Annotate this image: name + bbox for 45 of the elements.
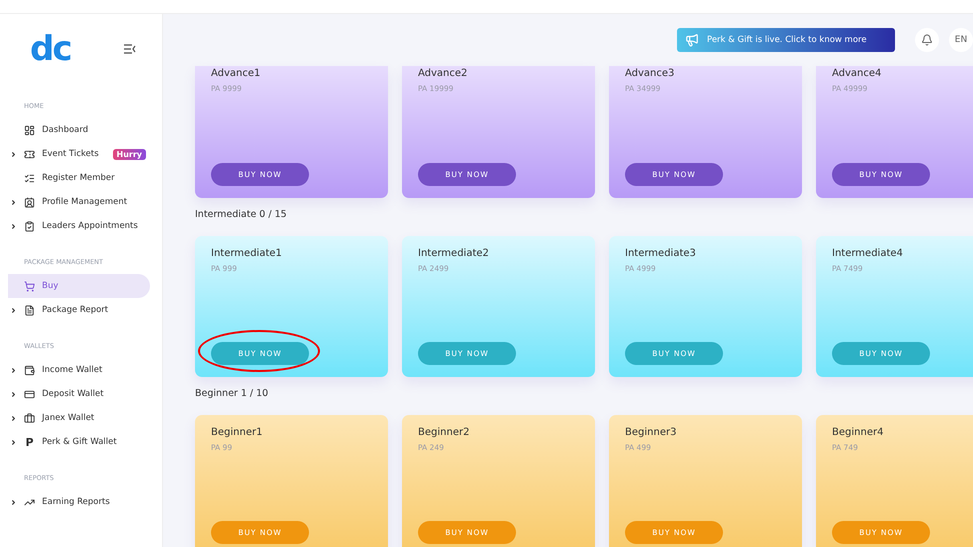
language-button[interactable]: EN xyxy=(949,28,973,52)
sidebar-item[interactable]: Register Member xyxy=(8,166,150,190)
sidebar-item[interactable]: Income Wallet xyxy=(8,358,150,382)
card-icon xyxy=(24,388,35,400)
sidebar-item[interactable]: Earning Reports xyxy=(8,490,150,514)
package-name: Advance1 xyxy=(211,68,262,79)
sidebar-item[interactable]: Janex Wallet xyxy=(8,406,150,430)
sidebar-item[interactable]: Deposit Wallet xyxy=(8,382,150,406)
package-name: Intermediate1 xyxy=(211,248,283,259)
package-name: Beginner3 xyxy=(625,427,678,438)
sidebar-item[interactable]: Profile Management xyxy=(8,190,150,214)
sidebar-item[interactable]: Dashboard xyxy=(8,118,150,142)
briefcase-icon xyxy=(24,412,35,424)
package-name: Beginner4 xyxy=(832,427,884,438)
logo: dc xyxy=(30,29,70,69)
package-name: Beginner1 xyxy=(211,427,264,438)
package-name: Advance2 xyxy=(418,68,468,79)
group-title: Intermediate 0 / 15 xyxy=(195,209,288,220)
wallet-icon xyxy=(24,364,35,376)
sidebar-item[interactable]: Leaders Appointments xyxy=(8,214,150,238)
package-name: Advance3 xyxy=(625,68,676,79)
package-name: Intermediate4 xyxy=(832,248,904,259)
dashboard-icon xyxy=(24,124,35,136)
sidebar-item[interactable]: Package Report xyxy=(8,298,150,322)
clipboard-check-icon xyxy=(24,220,35,232)
ticket-icon xyxy=(24,148,35,160)
notification-button[interactable] xyxy=(915,28,939,52)
hurry-badge: Hurry xyxy=(112,148,146,160)
package-name: Beginner2 xyxy=(418,427,470,438)
package-name: Advance4 xyxy=(832,68,882,79)
announcement-banner[interactable]: Perk & Gift is live. Click to know more xyxy=(677,28,895,52)
package-name: Intermediate3 xyxy=(625,248,697,259)
id-card-icon xyxy=(24,196,35,208)
bell-icon xyxy=(921,34,933,46)
group-title: Beginner 1 / 10 xyxy=(195,388,270,399)
menu-collapse-icon[interactable] xyxy=(124,44,136,54)
letter-icon: P xyxy=(24,436,35,448)
package-name: Intermediate2 xyxy=(418,248,490,259)
megaphone-icon xyxy=(685,33,699,47)
sidebar-item[interactable]: Event Tickets Hurry xyxy=(8,142,150,166)
sidebar-item[interactable]: P Perk & Gift Wallet xyxy=(8,430,150,454)
document-icon xyxy=(24,304,35,316)
sidebar-item[interactable]: Buy xyxy=(8,274,150,298)
checklist-icon xyxy=(24,172,35,184)
cart-icon xyxy=(24,280,35,292)
